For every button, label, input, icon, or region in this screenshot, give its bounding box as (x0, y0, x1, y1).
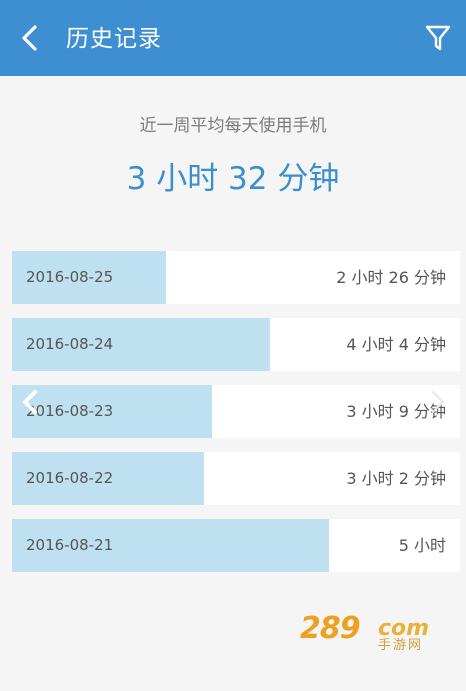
watermark-number: 289 (300, 611, 361, 646)
row-date: 2016-08-25 (26, 268, 114, 286)
chevron-left-icon (23, 390, 37, 414)
next-page-button[interactable] (424, 389, 450, 415)
row-duration: 5 小时 (398, 536, 446, 555)
previous-page-button[interactable] (18, 389, 44, 415)
history-row[interactable]: 2016-08-23 3 小时 9 分钟 (12, 385, 460, 438)
average-usage-value: 3 小时 32 分钟 (126, 161, 340, 197)
history-row[interactable]: 2016-08-21 5 小时 (12, 519, 460, 572)
history-row[interactable]: 2016-08-25 2 小时 26 分钟 (12, 251, 460, 304)
page-title: 历史记录 (66, 26, 162, 52)
row-duration: 4 小时 4 分钟 (346, 335, 446, 354)
row-date: 2016-08-21 (26, 536, 114, 554)
top-app-bar: 历史记录 (0, 0, 466, 76)
watermark-subtitle: 手游网 (378, 638, 424, 653)
filter-button[interactable] (420, 20, 456, 56)
filter-icon (425, 25, 451, 51)
history-row[interactable]: 2016-08-24 4 小时 4 分钟 (12, 318, 460, 371)
site-watermark: 289 com 手游网 (300, 612, 450, 654)
history-list: 2016-08-25 2 小时 26 分钟 2016-08-24 4 小时 4 … (12, 251, 460, 572)
row-duration: 2 小时 26 分钟 (336, 268, 446, 287)
row-duration: 3 小时 2 分钟 (346, 469, 446, 488)
average-usage-label: 近一周平均每天使用手机 (139, 116, 327, 136)
back-button[interactable] (10, 18, 50, 58)
chevron-left-icon (22, 25, 37, 51)
chevron-right-icon (432, 391, 444, 413)
history-row[interactable]: 2016-08-22 3 小时 2 分钟 (12, 452, 460, 505)
row-date: 2016-08-22 (26, 469, 114, 487)
row-date: 2016-08-24 (26, 335, 114, 353)
